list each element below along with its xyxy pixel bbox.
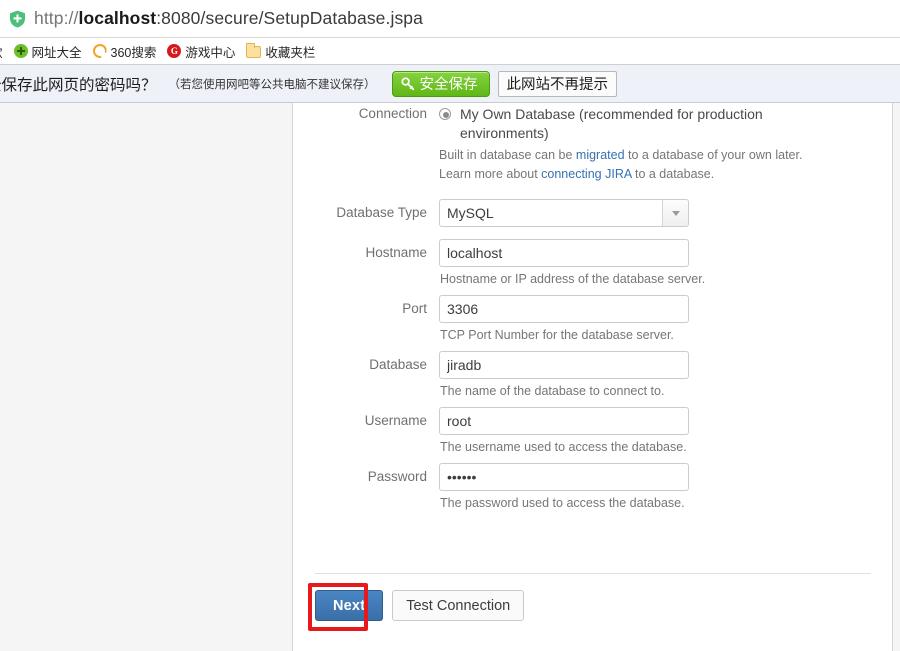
bookmark-label: 收藏夹栏 [265, 45, 316, 60]
save-password-label: 安全保存 [419, 77, 478, 93]
next-button[interactable]: Next [315, 590, 384, 621]
password-label: Password [367, 469, 427, 484]
chevron-down-icon[interactable] [662, 200, 688, 226]
migrated-link[interactable]: migrated [576, 148, 625, 162]
hostname-field-row: Hostname Hostname or IP address of the d… [293, 239, 894, 286]
hint2-post: to a database. [631, 166, 715, 181]
form-actions: Next Test Connection [315, 590, 525, 621]
folder-icon [246, 42, 262, 58]
database-input[interactable] [439, 351, 689, 379]
hint-line-1: Built in database can be migrated to a d… [439, 147, 894, 165]
url-scheme: http:// [34, 8, 79, 28]
dismiss-label: 此网站不再提示 [506, 77, 609, 93]
shield-icon [9, 10, 26, 28]
test-connection-button[interactable]: Test Connection [392, 590, 525, 621]
database-type-field-row: Database Type MySQL [293, 199, 894, 227]
bookmark-item-gamecenter[interactable]: G 游戏中心 [167, 41, 235, 61]
bookmark-item-google[interactable]: 歌 [0, 41, 3, 61]
password-input[interactable] [439, 463, 689, 491]
username-help: The username used to access the database… [440, 440, 687, 454]
hostname-control: Hostname or IP address of the database s… [439, 239, 894, 286]
bookmark-label: 360搜索 [110, 45, 157, 60]
key-icon [400, 76, 415, 91]
hostname-input[interactable] [439, 239, 689, 267]
bookmark-item-360search[interactable]: 360搜索 [92, 41, 157, 61]
bookmark-item-wangzhidaquan[interactable]: 网址大全 [13, 41, 82, 61]
database-help: The name of the database to connect to. [440, 384, 665, 398]
database-type-select[interactable]: MySQL [439, 199, 689, 227]
password-control: The password used to access the database… [439, 463, 894, 510]
connection-field-row: Connection My Own Database (recommended … [293, 105, 894, 183]
red-g-icon: G [167, 44, 182, 58]
bookmark-label: 网址大全 [31, 45, 82, 60]
dismiss-notification-button[interactable]: 此网站不再提示 [497, 70, 618, 97]
bookmark-label: 歌 [0, 42, 3, 61]
database-setup-form: Connection My Own Database (recommended … [293, 103, 894, 510]
green-plus-icon [13, 44, 28, 58]
hint1-pre: Built in database can be [439, 148, 576, 162]
browser-window: http://localhost:8080/secure/SetupDataba… [0, 0, 900, 651]
connection-options: My Own Database (recommended for product… [439, 105, 894, 183]
radio-selected-icon[interactable] [439, 108, 451, 120]
bookmark-item-favorites-folder[interactable]: 收藏夹栏 [246, 41, 315, 61]
port-control: TCP Port Number for the database server. [439, 295, 894, 342]
database-field-row: Database The name of the database to con… [293, 351, 894, 398]
hostname-label: Hostname [365, 245, 427, 260]
hint1-post: to a database of your own later. [624, 148, 803, 162]
bookmarks-bar: 歌 网址大全 360搜索 G 游戏中心 收藏夹栏 [0, 38, 900, 64]
port-field-row: Port TCP Port Number for the database se… [293, 295, 894, 342]
notification-note: （若您使用网吧等公共电脑不建议保存） [168, 78, 376, 91]
database-label: Database [369, 357, 427, 372]
database-type-value: MySQL [447, 205, 494, 221]
database-control: The name of the database to connect to. [439, 351, 894, 398]
test-connection-label: Test Connection [406, 597, 511, 614]
password-help: The password used to access the database… [440, 496, 685, 510]
actions-divider [315, 573, 871, 574]
password-save-notification: 全保存此网页的密码吗？ （若您使用网吧等公共电脑不建议保存） 安全保存 此网站不… [0, 65, 900, 103]
orange-circle-icon [92, 44, 107, 58]
radio-option-label: My Own Database (recommended for product… [460, 106, 763, 141]
port-label: Port [402, 301, 427, 316]
radio-option-own-database[interactable]: My Own Database (recommended for product… [439, 105, 894, 143]
username-input[interactable] [439, 407, 689, 435]
database-type-label: Database Type [336, 205, 427, 220]
setup-database-panel: Connection My Own Database (recommended … [292, 103, 893, 651]
save-password-button[interactable]: 安全保存 [391, 70, 490, 97]
username-label: Username [364, 413, 427, 428]
hostname-help: Hostname or IP address of the database s… [440, 272, 706, 286]
connection-label: Connection [358, 106, 427, 121]
database-type-control: MySQL [439, 199, 894, 227]
connecting-jira-link[interactable]: connecting JIRA [541, 167, 631, 181]
password-field-row: Password The password used to access the… [293, 463, 894, 510]
url-path: :8080/secure/SetupDatabase.jspa [156, 8, 423, 28]
notification-message: 全保存此网页的密码吗？ [0, 76, 157, 94]
url-text: http://localhost:8080/secure/SetupDataba… [34, 8, 423, 29]
hint2-pre: Learn more about [439, 166, 542, 181]
username-field-row: Username The username used to access the… [293, 407, 894, 454]
url-host: localhost [78, 8, 157, 28]
port-help: TCP Port Number for the database server. [440, 328, 674, 342]
bookmark-label: 游戏中心 [185, 45, 236, 60]
page-body: Connection My Own Database (recommended … [0, 103, 900, 651]
address-bar[interactable]: http://localhost:8080/secure/SetupDataba… [0, 0, 900, 37]
next-button-label: Next [333, 597, 366, 614]
hint-line-2: Learn more about connecting JIRA to a da… [439, 166, 894, 184]
username-control: The username used to access the database… [439, 407, 894, 454]
port-input[interactable] [439, 295, 689, 323]
